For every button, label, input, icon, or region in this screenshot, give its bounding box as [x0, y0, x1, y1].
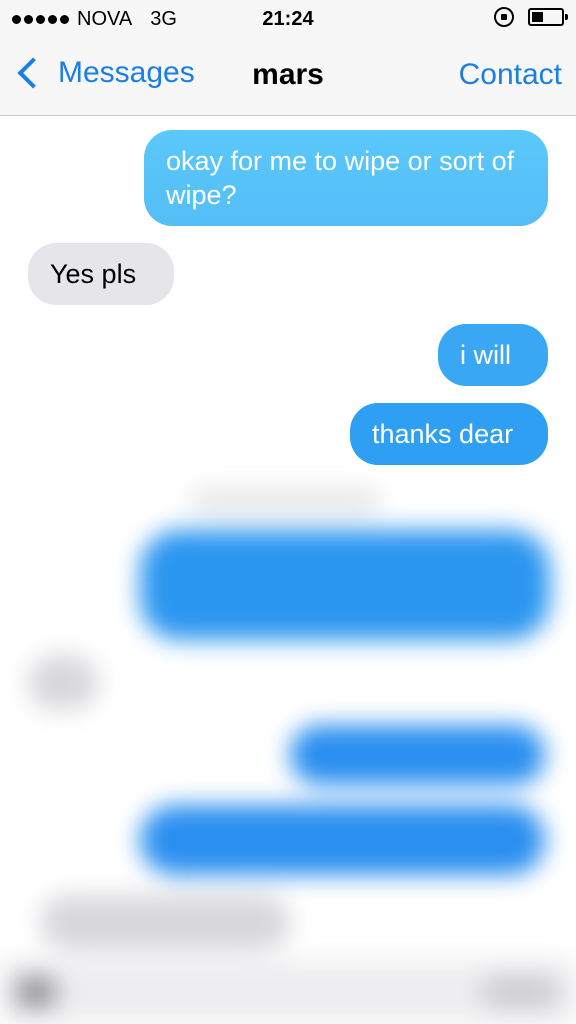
- blurred-messages-region: [0, 470, 576, 1024]
- message-bubble-incoming[interactable]: Yes pls: [28, 243, 174, 305]
- rotation-lock-icon: [494, 7, 514, 27]
- blurred-incoming-bubble: [40, 895, 290, 950]
- status-time: 21:24: [262, 8, 314, 30]
- navigation-bar: Messages mars Contact: [0, 40, 576, 116]
- status-bar: NOVA 3G 21:24: [0, 0, 576, 40]
- blurred-send-button: [480, 975, 560, 1009]
- message-bubble-outgoing[interactable]: okay for me to wipe or sort of wipe?: [144, 130, 548, 226]
- blurred-outgoing-bubble: [140, 530, 550, 640]
- blurred-incoming-bubble: [28, 655, 98, 710]
- message-bubble-outgoing[interactable]: i will: [438, 324, 548, 386]
- status-right: [494, 7, 568, 27]
- blurred-camera-icon: [14, 975, 58, 1009]
- contact-button[interactable]: Contact: [459, 58, 562, 92]
- blurred-timestamp: [190, 490, 380, 512]
- message-bubble-outgoing[interactable]: thanks dear: [350, 403, 548, 465]
- battery-fill: [532, 12, 543, 22]
- blurred-outgoing-bubble: [290, 725, 545, 785]
- battery-icon: [528, 8, 568, 26]
- blurred-outgoing-bubble: [140, 805, 545, 875]
